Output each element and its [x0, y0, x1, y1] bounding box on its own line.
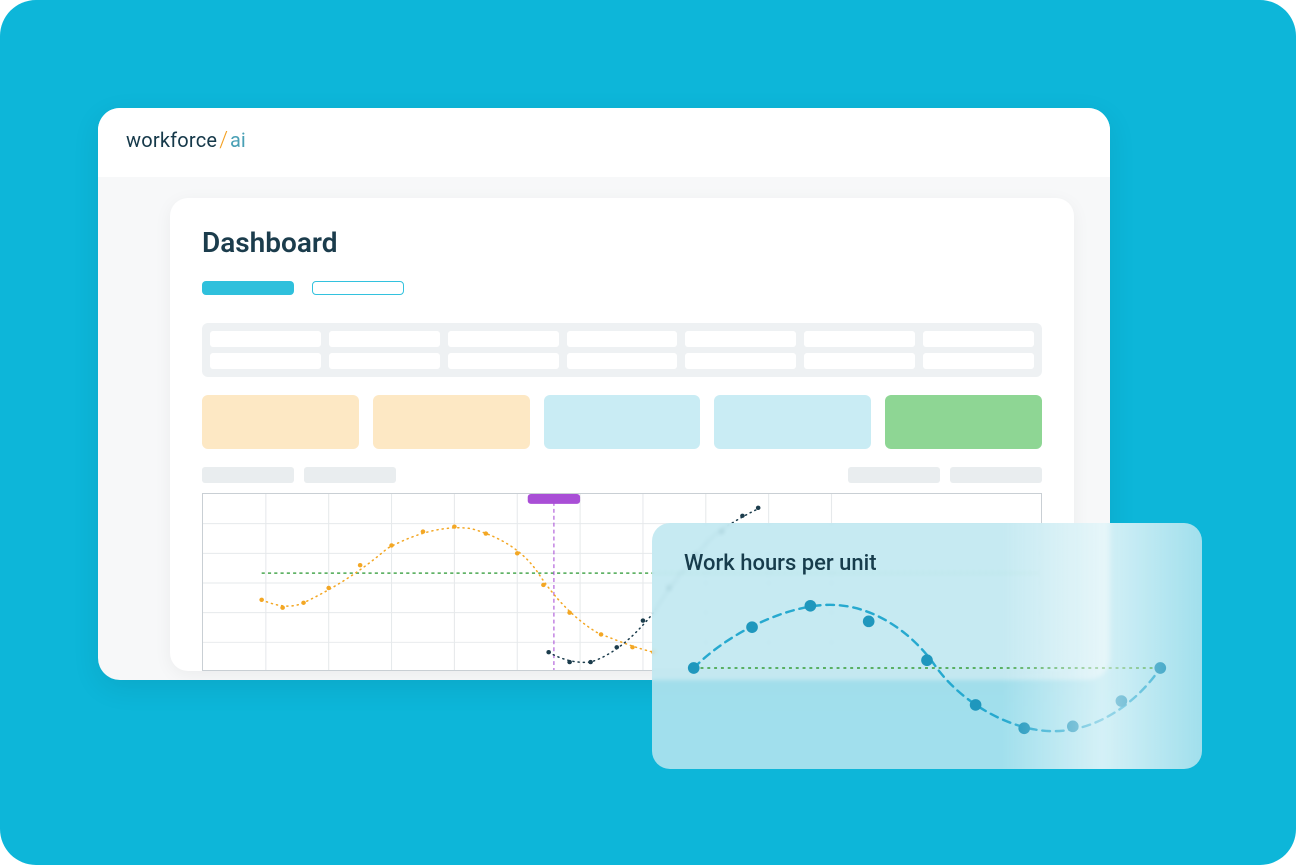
filter-group-right	[848, 467, 1042, 483]
header-cell	[923, 353, 1034, 369]
header-cell	[804, 353, 915, 369]
header-cell	[804, 331, 915, 347]
header-cell	[210, 331, 321, 347]
app-header: workforce / ai	[98, 108, 1110, 177]
brand-logo: workforce / ai	[126, 128, 246, 153]
header-cell	[329, 331, 440, 347]
overlay-title: Work hours per unit	[684, 551, 1170, 576]
filter-chip[interactable]	[202, 467, 294, 483]
header-cell	[567, 331, 678, 347]
brand-word: workforce	[126, 128, 217, 152]
metric-tile[interactable]	[885, 395, 1042, 449]
header-cell	[923, 331, 1034, 347]
overlay-card: Work hours per unit	[652, 523, 1202, 769]
header-cell	[685, 331, 796, 347]
tab-row	[202, 281, 1042, 295]
header-col	[567, 331, 678, 369]
series-orange	[259, 524, 655, 654]
metric-tile[interactable]	[714, 395, 871, 449]
filter-row	[202, 467, 1042, 483]
filter-chip[interactable]	[848, 467, 940, 483]
header-col	[448, 331, 559, 369]
header-cell	[567, 353, 678, 369]
metric-tile[interactable]	[202, 395, 359, 449]
header-col	[685, 331, 796, 369]
header-cell	[329, 353, 440, 369]
header-col	[804, 331, 915, 369]
page-background: workforce / ai Dashboard	[0, 0, 1296, 865]
filter-chip[interactable]	[304, 467, 396, 483]
tile-row	[202, 395, 1042, 449]
header-cell	[448, 331, 559, 347]
header-cell	[685, 353, 796, 369]
metric-tile[interactable]	[373, 395, 530, 449]
tab-secondary[interactable]	[312, 281, 404, 295]
header-col	[923, 331, 1034, 369]
header-strip	[202, 323, 1042, 377]
brand-slash: /	[219, 128, 228, 153]
filter-group-left	[202, 467, 396, 483]
tab-primary[interactable]	[202, 281, 294, 295]
page-title: Dashboard	[202, 226, 1042, 259]
overlay-points	[688, 600, 1166, 734]
header-cell	[448, 353, 559, 369]
time-marker-handle[interactable]	[528, 494, 580, 504]
header-col	[210, 331, 321, 369]
header-cell	[210, 353, 321, 369]
overlay-chart	[684, 588, 1170, 748]
header-col	[329, 331, 440, 369]
metric-tile[interactable]	[544, 395, 701, 449]
filter-chip[interactable]	[950, 467, 1042, 483]
brand-suffix: ai	[230, 128, 246, 152]
